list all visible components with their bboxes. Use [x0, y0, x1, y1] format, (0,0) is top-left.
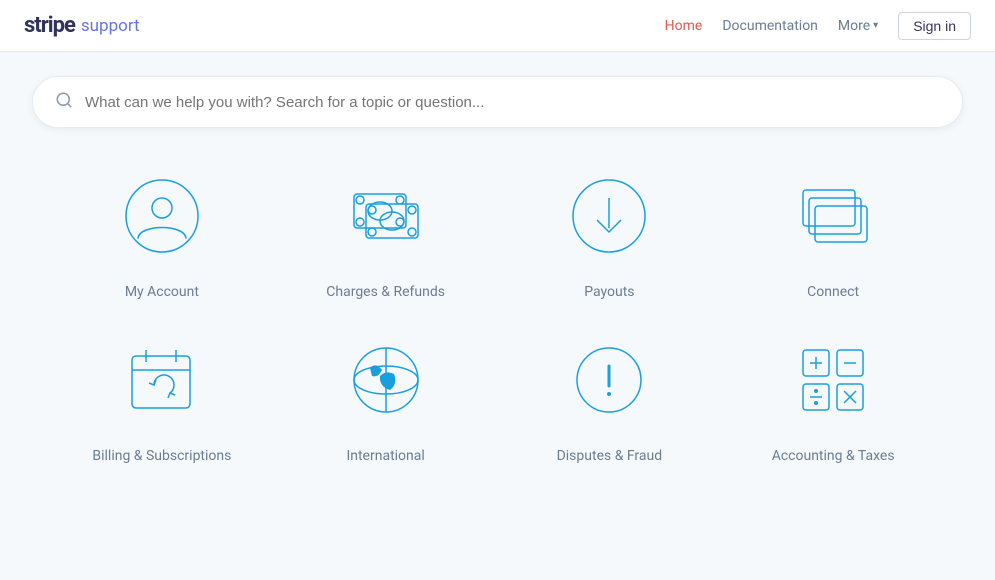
- cards-grid: My Account: [60, 166, 935, 464]
- header: stripe support Home Documentation More ▾…: [0, 0, 995, 52]
- international-icon: [336, 330, 436, 430]
- search-bar: [32, 76, 963, 128]
- support-label: support: [81, 16, 140, 36]
- card-charges-refunds[interactable]: Charges & Refunds: [284, 166, 488, 300]
- payouts-icon: [559, 166, 659, 266]
- logo-group: stripe support: [24, 13, 140, 38]
- card-connect[interactable]: Connect: [731, 166, 935, 300]
- connect-label: Connect: [807, 284, 859, 300]
- card-my-account[interactable]: My Account: [60, 166, 264, 300]
- chevron-down-icon: ▾: [873, 20, 878, 31]
- stripe-logo: stripe: [24, 13, 75, 38]
- accounting-label: Accounting & Taxes: [772, 448, 895, 464]
- categories-section: My Account: [0, 156, 995, 504]
- international-label: International: [346, 448, 424, 464]
- disputes-label: Disputes & Fraud: [557, 448, 663, 464]
- my-account-label: My Account: [125, 284, 199, 300]
- search-section: [0, 52, 995, 156]
- search-icon: [55, 91, 73, 113]
- sign-in-button[interactable]: Sign in: [898, 12, 971, 40]
- disputes-fraud-icon: [559, 330, 659, 430]
- nav: Home Documentation More ▾ Sign in: [665, 12, 971, 40]
- card-international[interactable]: International: [284, 330, 488, 464]
- charges-refunds-icon: [336, 166, 436, 266]
- home-link[interactable]: Home: [665, 18, 703, 34]
- billing-label: Billing & Subscriptions: [92, 448, 231, 464]
- payouts-label: Payouts: [584, 284, 634, 300]
- card-payouts[interactable]: Payouts: [508, 166, 712, 300]
- billing-subscriptions-icon: [112, 330, 212, 430]
- card-accounting-taxes[interactable]: Accounting & Taxes: [731, 330, 935, 464]
- connect-icon: [783, 166, 883, 266]
- card-disputes-fraud[interactable]: Disputes & Fraud: [508, 330, 712, 464]
- search-input[interactable]: [85, 94, 940, 111]
- more-link[interactable]: More ▾: [838, 18, 878, 34]
- my-account-icon: [112, 166, 212, 266]
- card-billing-subscriptions[interactable]: Billing & Subscriptions: [60, 330, 264, 464]
- charges-refunds-label: Charges & Refunds: [326, 284, 445, 300]
- docs-link[interactable]: Documentation: [722, 18, 818, 34]
- accounting-taxes-icon: [783, 330, 883, 430]
